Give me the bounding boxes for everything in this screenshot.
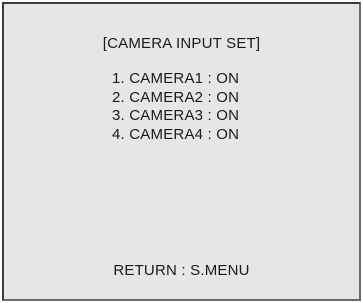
return-menu-option[interactable]: RETURN : S.MENU — [4, 262, 359, 279]
menu-item-camera3[interactable]: 3. CAMERA3 : ON — [112, 107, 239, 126]
menu-item-camera4[interactable]: 4. CAMERA4 : ON — [112, 126, 239, 145]
camera-input-list: 1. CAMERA1 : ON 2. CAMERA2 : ON 3. CAMER… — [112, 70, 239, 144]
menu-item-camera1[interactable]: 1. CAMERA1 : ON — [112, 70, 239, 89]
menu-item-camera2[interactable]: 2. CAMERA2 : ON — [112, 89, 239, 108]
menu-title: [CAMERA INPUT SET] — [102, 35, 261, 52]
osd-menu-screen: [CAMERA INPUT SET] 1. CAMERA1 : ON 2. CA… — [2, 2, 361, 301]
